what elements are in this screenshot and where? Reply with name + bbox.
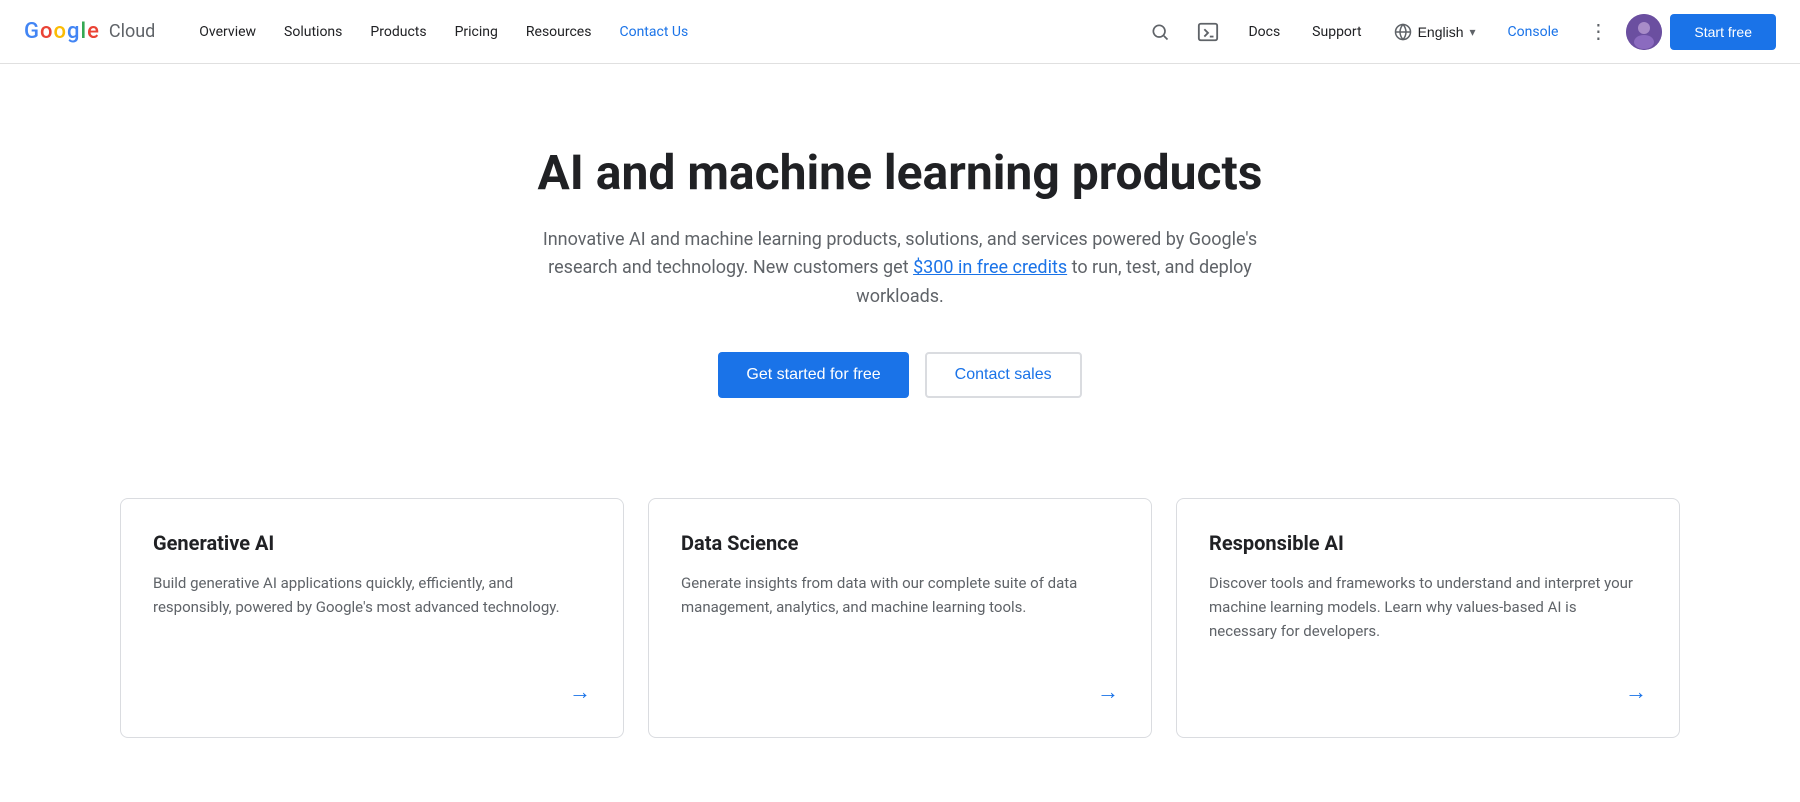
- terminal-button[interactable]: [1188, 12, 1228, 52]
- credits-link[interactable]: $300 in free credits: [913, 257, 1067, 278]
- nav-contact-us[interactable]: Contact Us: [607, 16, 700, 48]
- cloud-label: Cloud: [109, 21, 155, 42]
- nav-resources[interactable]: Resources: [514, 16, 604, 48]
- card-arrow-generative-ai: →: [153, 679, 591, 705]
- card-desc-data-science: Generate insights from data with our com…: [681, 571, 1119, 655]
- logo-letter-o-red: o: [40, 19, 52, 44]
- card-title-responsible-ai: Responsible AI: [1209, 531, 1647, 555]
- navbar: G o o g l e Cloud Overview Solutions Pro…: [0, 0, 1800, 64]
- more-dots-icon: ⋮: [1588, 19, 1608, 44]
- generative-ai-card[interactable]: Generative AI Build generative AI applic…: [120, 498, 624, 738]
- cards-grid: Generative AI Build generative AI applic…: [120, 498, 1680, 738]
- hero-section: AI and machine learning products Innovat…: [300, 64, 1500, 458]
- google-cloud-logo[interactable]: G o o g l e Cloud: [24, 19, 155, 44]
- contact-sales-button[interactable]: Contact sales: [925, 352, 1082, 398]
- card-desc-generative-ai: Build generative AI applications quickly…: [153, 571, 591, 655]
- start-free-button[interactable]: Start free: [1670, 14, 1776, 50]
- terminal-icon: [1197, 21, 1219, 43]
- search-button[interactable]: [1140, 12, 1180, 52]
- avatar-icon: [1626, 14, 1662, 50]
- responsible-ai-card[interactable]: Responsible AI Discover tools and framew…: [1176, 498, 1680, 738]
- logo-letter-o-yellow: o: [53, 19, 65, 44]
- globe-icon: [1394, 23, 1412, 41]
- data-science-card[interactable]: Data Science Generate insights from data…: [648, 498, 1152, 738]
- logo-letter-e-red: e: [87, 19, 99, 44]
- page-title: AI and machine learning products: [324, 144, 1476, 202]
- nav-pricing[interactable]: Pricing: [443, 16, 510, 48]
- nav-support[interactable]: Support: [1300, 16, 1373, 48]
- chevron-down-icon: ▾: [1470, 25, 1476, 39]
- search-icon: [1150, 22, 1170, 42]
- hero-description: Innovative AI and machine learning produ…: [510, 226, 1290, 312]
- nav-solutions[interactable]: Solutions: [272, 16, 354, 48]
- get-started-button[interactable]: Get started for free: [718, 352, 908, 398]
- card-title-generative-ai: Generative AI: [153, 531, 591, 555]
- nav-docs[interactable]: Docs: [1236, 16, 1292, 48]
- google-wordmark: G o o g l e: [24, 19, 99, 44]
- language-label: English: [1418, 24, 1464, 40]
- card-title-data-science: Data Science: [681, 531, 1119, 555]
- user-avatar[interactable]: [1626, 14, 1662, 50]
- card-arrow-responsible-ai: →: [1209, 679, 1647, 705]
- navbar-right: Docs Support English ▾ Console ⋮ Start f…: [1140, 12, 1776, 52]
- logo-letter-l-green: l: [80, 19, 86, 44]
- nav-products[interactable]: Products: [358, 16, 438, 48]
- language-selector[interactable]: English ▾: [1382, 17, 1488, 47]
- arrow-right-icon: →: [1097, 679, 1119, 705]
- logo-letter-g-blue: G: [24, 19, 39, 44]
- console-link[interactable]: Console: [1496, 16, 1571, 48]
- arrow-right-icon: →: [569, 679, 591, 705]
- arrow-right-icon: →: [1625, 679, 1647, 705]
- card-desc-responsible-ai: Discover tools and frameworks to underst…: [1209, 571, 1647, 655]
- card-arrow-data-science: →: [681, 679, 1119, 705]
- logo-letter-g2-blue: g: [67, 19, 79, 44]
- hero-buttons: Get started for free Contact sales: [324, 352, 1476, 398]
- more-options-button[interactable]: ⋮: [1578, 12, 1618, 52]
- cards-section: Generative AI Build generative AI applic…: [0, 458, 1800, 798]
- main-nav: Overview Solutions Products Pricing Reso…: [187, 16, 1140, 48]
- nav-overview[interactable]: Overview: [187, 16, 268, 48]
